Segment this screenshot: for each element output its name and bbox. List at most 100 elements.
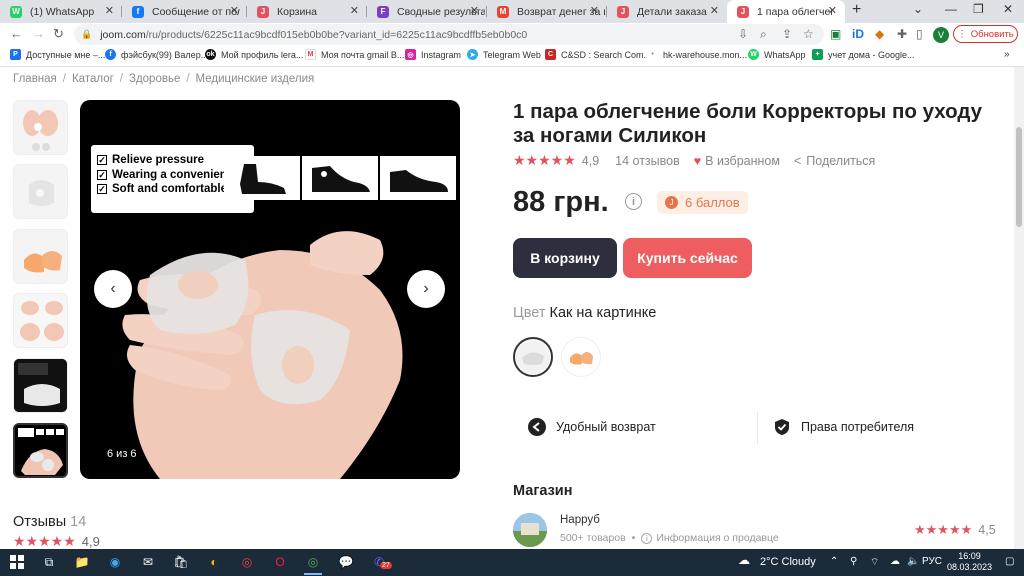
close-icon[interactable]: ✕	[590, 4, 599, 17]
notifications-icon[interactable]: ▢	[1005, 556, 1014, 567]
profile-avatar[interactable]: V	[933, 27, 949, 43]
bookmark-label: учет дома - Google...	[828, 49, 915, 60]
bookmarks-bar: P Доступные мне –... f фэйсбук(99) Валер..…	[0, 46, 1024, 67]
language-indicator[interactable]: РУС	[922, 556, 942, 567]
bookmarks-overflow-icon[interactable]: »	[1004, 49, 1010, 60]
close-icon[interactable]: ✕	[710, 4, 719, 17]
norton-icon[interactable]: ◐	[205, 553, 223, 571]
tab-facebook-message[interactable]: f Сообщение от поль ✕	[122, 0, 247, 23]
reload-icon[interactable]: ↻	[53, 26, 64, 42]
back-arrow-icon[interactable]: ←	[10, 26, 23, 41]
tab-summary-results[interactable]: F Сводные результаты ✕	[367, 0, 487, 23]
extension-icon[interactable]: ▣	[830, 27, 841, 41]
tab-order-details[interactable]: J Детали заказа ✕	[607, 0, 727, 23]
bookmark-item[interactable]: M Моя почта gmail В...	[305, 49, 404, 60]
gallery-thumbnail-3[interactable]	[13, 229, 68, 284]
color-swatch-beige[interactable]	[561, 337, 601, 377]
new-tab-plus-icon[interactable]: +	[852, 1, 861, 19]
sidepanel-icon[interactable]: ▯	[916, 27, 923, 41]
page-scrollbar[interactable]	[1014, 67, 1024, 549]
window-close-icon[interactable]: ✕	[1003, 2, 1013, 16]
bookmark-item[interactable]: P Доступные мне –...	[10, 49, 105, 60]
cloud-weather-icon[interactable]: ☁	[738, 553, 750, 567]
next-image-button[interactable]: ›	[407, 270, 445, 308]
chrome-active-icon[interactable]: ◎	[304, 553, 322, 571]
info-icon[interactable]: i	[625, 193, 642, 210]
windows-start-icon[interactable]	[8, 553, 26, 571]
buy-now-button[interactable]: Купить сейчас	[623, 238, 752, 278]
product-main-image[interactable]: ✓ Relieve pressure ✓ Wearing a convenient …	[80, 100, 460, 479]
points-badge[interactable]: J 6 баллов	[657, 191, 748, 214]
gallery-thumbnail-1[interactable]	[13, 100, 68, 155]
share-button[interactable]: Поделиться	[806, 154, 875, 168]
breadcrumb-home[interactable]: Главная	[13, 73, 57, 85]
tab-refund-gmail[interactable]: M Возврат денег за ваш ✕	[487, 0, 607, 23]
add-to-cart-button[interactable]: В корзину	[513, 238, 617, 278]
bookmark-item[interactable]: ◎ Instagram	[405, 49, 461, 60]
scrollbar-thumb[interactable]	[1016, 127, 1022, 227]
seller-info-link[interactable]: Информация о продавце	[656, 532, 778, 544]
volume-icon[interactable]: 🔈	[907, 556, 919, 567]
extensions-puzzle-icon[interactable]: ✚	[897, 27, 907, 41]
gallery-thumbnail-4[interactable]	[13, 293, 68, 348]
task-view-icon[interactable]: ⧉	[40, 553, 58, 571]
close-icon[interactable]: ✕	[105, 4, 114, 17]
breadcrumb-health[interactable]: Здоровье	[129, 73, 180, 85]
breadcrumb-medical[interactable]: Медицинские изделия	[196, 73, 315, 85]
store-icon[interactable]: 🛍	[172, 553, 190, 571]
store-name[interactable]: Нарруб	[560, 514, 600, 526]
tab-product-active[interactable]: J 1 пара облегчение б ✕	[727, 0, 845, 23]
opera-icon[interactable]: O	[271, 553, 289, 571]
network-icon[interactable]: ⚲	[850, 556, 857, 567]
bookmark-item[interactable]: ok Мой профиль lera...	[205, 49, 303, 60]
tray-chevron-icon[interactable]: ⌃	[830, 556, 838, 567]
bookmark-item[interactable]: W WhatsApp	[748, 49, 806, 60]
tab-cart[interactable]: J Корзина ✕	[247, 0, 367, 23]
wifi-icon[interactable]: ⌔	[870, 556, 879, 569]
gallery-thumbnail-5[interactable]	[13, 358, 68, 413]
heart-icon[interactable]: ♥	[694, 154, 701, 168]
share-icon[interactable]: ⇪	[782, 27, 792, 41]
store-avatar[interactable]	[513, 513, 547, 547]
bookmark-item[interactable]: C C&SD : Search Com...	[545, 49, 651, 60]
extension-id-icon[interactable]: iD	[852, 27, 864, 41]
maximize-icon[interactable]: ❐	[973, 2, 984, 16]
previous-image-button[interactable]: ‹	[94, 270, 132, 308]
share-icon[interactable]: <	[794, 154, 801, 168]
reviews-link[interactable]: 14 отзывов	[615, 154, 680, 168]
update-browser-button[interactable]: ⋮ Обновить	[953, 25, 1018, 43]
zoom-icon[interactable]: ⌕	[760, 27, 767, 42]
chrome-icon[interactable]: ◎	[238, 553, 256, 571]
bookmark-item[interactable]: ➤ Telegram Web	[467, 49, 541, 60]
install-app-icon[interactable]: ⇩	[738, 27, 748, 41]
cloud-sync-icon[interactable]: ☁	[890, 556, 900, 567]
consumer-rights-perk[interactable]: Права потребителя	[773, 418, 914, 436]
close-icon[interactable]: ✕	[230, 4, 239, 17]
favorite-button[interactable]: В избранном	[705, 154, 780, 168]
edge-icon[interactable]: ◉	[106, 553, 124, 571]
minimize-icon[interactable]: —	[945, 2, 957, 16]
easy-return-perk[interactable]: Удобный возврат	[528, 418, 656, 436]
forward-arrow-icon[interactable]: →	[32, 26, 45, 41]
tab-whatsapp[interactable]: W (1) WhatsApp ✕	[0, 0, 122, 23]
bookmark-item[interactable]: • hk-warehouse.mon...	[647, 49, 747, 60]
wechat-icon[interactable]: 💬	[337, 553, 355, 571]
url-bar[interactable]: 🔒 joom.com/ru/products/6225c11ac9bcdf015…	[74, 24, 824, 45]
csd-icon: C	[545, 49, 556, 60]
bookmark-item[interactable]: f фэйсбук(99) Валер...	[105, 49, 208, 60]
color-swatch-clear[interactable]	[513, 337, 553, 377]
mail-icon[interactable]: ✉	[139, 553, 157, 571]
close-icon[interactable]: ✕	[828, 4, 837, 17]
explorer-icon[interactable]: 📁	[73, 553, 91, 571]
bookmark-item[interactable]: + учет дома - Google...	[812, 49, 915, 60]
extension-dropbox-icon[interactable]: ◆	[875, 27, 884, 41]
system-clock[interactable]: 16:09 08.03.2023	[947, 551, 992, 573]
weather-text[interactable]: 2°C Cloudy	[760, 556, 816, 568]
bookmark-star-icon[interactable]: ☆	[803, 27, 814, 41]
close-icon[interactable]: ✕	[470, 4, 479, 17]
gallery-thumbnail-6-selected[interactable]	[13, 423, 68, 478]
gallery-thumbnail-2[interactable]	[13, 164, 68, 219]
breadcrumb-catalog[interactable]: Каталог	[72, 73, 114, 85]
close-icon[interactable]: ✕	[350, 4, 359, 17]
tab-search-chevron-icon[interactable]: ⌄	[913, 2, 923, 16]
